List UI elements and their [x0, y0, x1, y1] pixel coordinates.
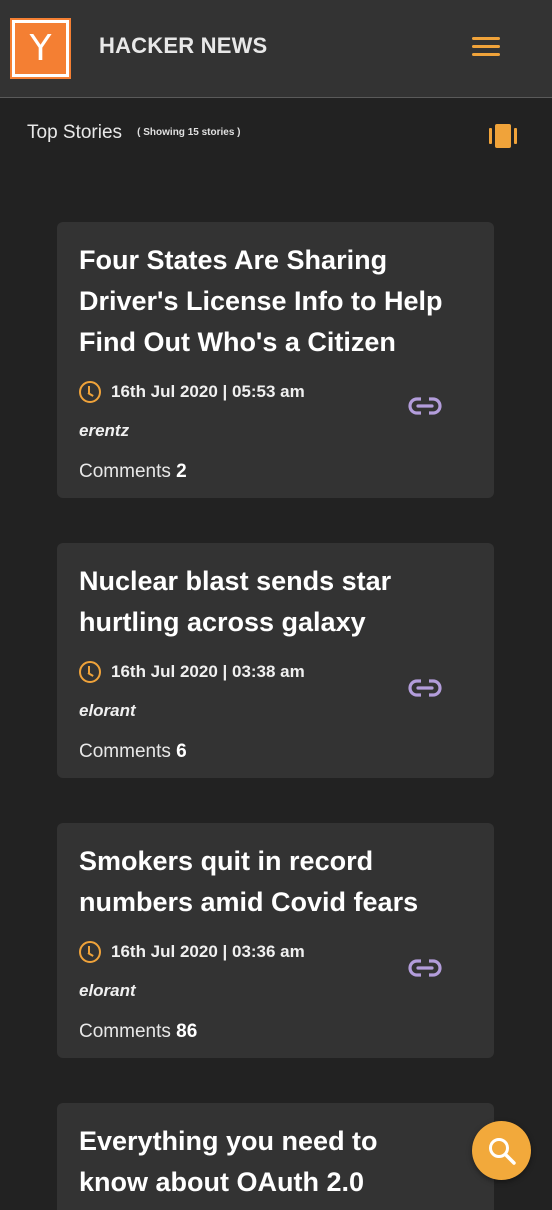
section-title: Top Stories	[27, 122, 123, 143]
hamburger-icon[interactable]	[472, 37, 500, 59]
app-title: HACKER NEWS	[99, 33, 268, 58]
story-time: 16th Jul 2020 | 03:38 am	[111, 662, 305, 681]
story-author[interactable]: elorant	[79, 971, 472, 1011]
story-time-row: 16th Jul 2020 | 03:38 am	[79, 653, 472, 697]
story-author[interactable]: elorant	[79, 691, 472, 731]
clock-icon	[79, 661, 101, 683]
story-card[interactable]: Four States Are Sharing Driver's License…	[57, 222, 494, 498]
app-header: Y HACKER NEWS	[0, 0, 552, 98]
story-title[interactable]: Smokers quit in record numbers amid Covi…	[79, 841, 472, 923]
story-author[interactable]: erentz	[79, 411, 472, 451]
clock-icon	[79, 941, 101, 963]
comments-label: Comments	[79, 1021, 171, 1042]
story-card[interactable]: Everything you need to know about OAuth …	[57, 1103, 494, 1210]
story-time: 16th Jul 2020 | 05:53 am	[111, 382, 305, 401]
comments-count: 2	[176, 461, 187, 482]
comments-count: 6	[176, 741, 187, 762]
story-time-row: 16th Jul 2020 | 03:36 am	[79, 933, 472, 977]
story-time: 16th Jul 2020 | 03:36 am	[111, 942, 305, 961]
story-title[interactable]: Four States Are Sharing Driver's License…	[79, 240, 472, 363]
hacker-news-logo[interactable]: Y	[10, 18, 71, 79]
link-icon[interactable]	[408, 397, 442, 415]
story-card[interactable]: Smokers quit in record numbers amid Covi…	[57, 823, 494, 1058]
link-icon[interactable]	[408, 959, 442, 977]
story-comments[interactable]: Comments 2	[79, 451, 472, 493]
section-header: Top Stories ( Showing 15 stories )	[27, 122, 527, 152]
comments-label: Comments	[79, 741, 171, 762]
card-view-icon[interactable]	[489, 124, 517, 148]
link-icon[interactable]	[408, 679, 442, 697]
story-title[interactable]: Nuclear blast sends star hurtling across…	[79, 561, 472, 643]
story-title[interactable]: Everything you need to know about OAuth …	[79, 1121, 419, 1203]
comments-label: Comments	[79, 461, 171, 482]
comments-count: 86	[176, 1021, 198, 1042]
story-time-row: 16th Jul 2020 | 05:53 am	[79, 373, 472, 415]
story-card[interactable]: Nuclear blast sends star hurtling across…	[57, 543, 494, 778]
search-button[interactable]	[472, 1121, 531, 1180]
clock-icon	[79, 381, 101, 403]
story-count: ( Showing 15 stories )	[137, 127, 241, 138]
story-comments[interactable]: Comments 6	[79, 731, 472, 773]
search-icon	[488, 1137, 516, 1165]
story-comments[interactable]: Comments 86	[79, 1011, 472, 1053]
logo-letter: Y	[29, 27, 52, 69]
